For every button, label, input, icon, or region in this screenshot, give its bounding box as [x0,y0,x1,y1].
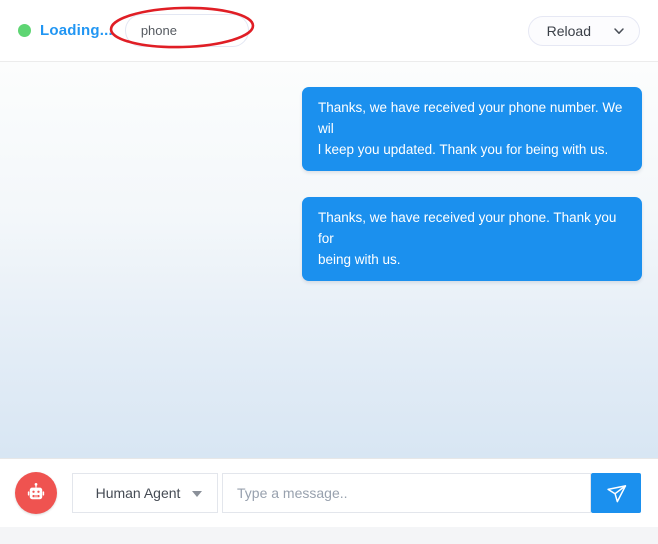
bot-message-bubble: Thanks, we have received your phone. Tha… [302,197,642,281]
robot-icon [25,482,47,504]
chevron-down-icon [591,25,625,37]
caret-down-icon [192,491,202,497]
message-list: Thanks, we have received your phone numb… [0,62,658,458]
message-input[interactable] [222,473,591,513]
bot-message-bubble: Thanks, we have received your phone numb… [302,87,642,171]
composer-bar: Human Agent [0,458,658,527]
bot-toggle-button[interactable] [15,472,57,514]
status-label: Loading... [40,22,113,39]
chat-widget: Loading... Reload Thanks, we have receiv… [0,0,658,544]
reload-label: Reload [547,23,591,39]
agent-mode-label: Human Agent [96,485,195,501]
send-button[interactable] [591,473,641,513]
reload-select[interactable]: Reload [528,16,640,46]
header-phone-input[interactable] [125,14,249,47]
chat-header: Loading... Reload [0,0,658,62]
status-dot-icon [18,24,31,37]
paper-plane-icon [605,482,628,505]
page-background [0,527,658,544]
agent-mode-select[interactable]: Human Agent [72,473,218,513]
